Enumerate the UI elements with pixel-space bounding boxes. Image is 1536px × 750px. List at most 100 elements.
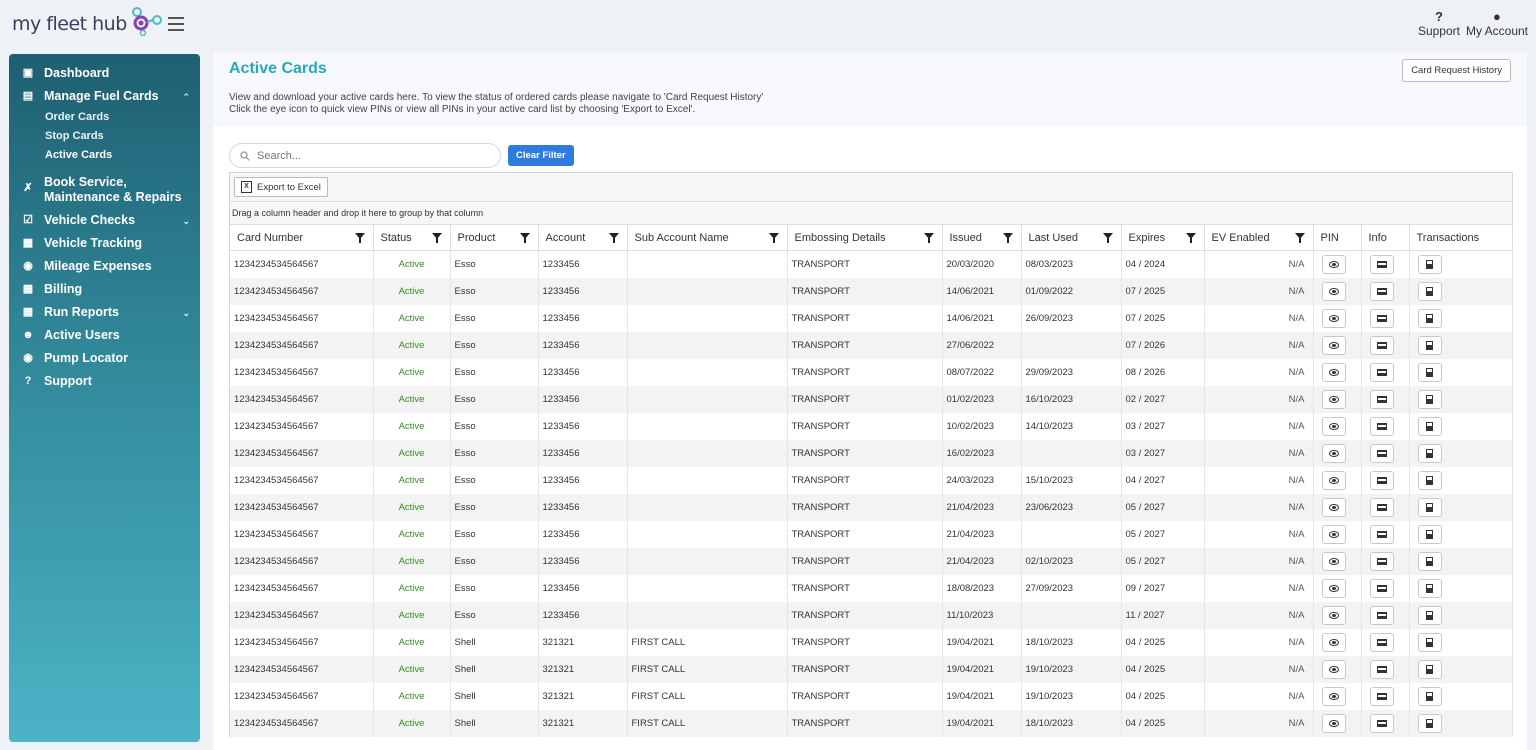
sidebar-item-active-users[interactable]: ☻ Active Users xyxy=(9,324,200,347)
info-button[interactable] xyxy=(1369,309,1394,328)
info-button[interactable] xyxy=(1369,633,1394,652)
filter-funnel-icon[interactable] xyxy=(431,233,442,243)
sidebar-item-run-reports[interactable]: ▦ Run Reports ⌄ xyxy=(9,301,200,324)
transactions-button[interactable] xyxy=(1417,687,1442,706)
column-header[interactable]: PIN xyxy=(1313,225,1362,251)
filter-funnel-icon[interactable] xyxy=(768,233,779,243)
info-button[interactable] xyxy=(1369,336,1394,355)
pin-view-button[interactable] xyxy=(1321,606,1346,625)
logo[interactable]: my fleet hub xyxy=(12,7,165,36)
pin-view-button[interactable] xyxy=(1321,660,1346,679)
pin-view-button[interactable] xyxy=(1321,714,1346,733)
pin-view-button[interactable] xyxy=(1321,282,1346,301)
pin-view-button[interactable] xyxy=(1321,633,1346,652)
info-button[interactable] xyxy=(1369,606,1394,625)
filter-funnel-icon[interactable] xyxy=(354,233,365,243)
pin-view-button[interactable] xyxy=(1321,498,1346,517)
pin-view-button[interactable] xyxy=(1321,687,1346,706)
clear-filter-button[interactable]: Clear Filter xyxy=(508,145,574,166)
transactions-button[interactable] xyxy=(1417,579,1442,598)
sidebar-item-pump-locator[interactable]: ◉ Pump Locator xyxy=(9,347,200,370)
sidebar-item-vehicle-checks[interactable]: ☑ Vehicle Checks ⌄ xyxy=(9,209,200,232)
transactions-button[interactable] xyxy=(1417,525,1442,544)
pin-view-button[interactable] xyxy=(1321,525,1346,544)
pin-view-button[interactable] xyxy=(1321,417,1346,436)
info-button[interactable] xyxy=(1369,363,1394,382)
pin-view-button[interactable] xyxy=(1321,255,1346,274)
transactions-button[interactable] xyxy=(1417,390,1442,409)
filter-funnel-icon[interactable] xyxy=(1002,233,1013,243)
column-header[interactable]: Sub Account Name xyxy=(627,225,788,251)
sidebar-item-vehicle-tracking[interactable]: ▩ Vehicle Tracking xyxy=(9,232,200,255)
card-request-history-button[interactable]: Card Request History xyxy=(1402,59,1511,82)
my-account-button[interactable]: ● My Account xyxy=(1466,9,1528,38)
info-button[interactable] xyxy=(1369,444,1394,463)
column-header[interactable]: Card Number xyxy=(230,225,374,251)
transactions-button[interactable] xyxy=(1417,309,1442,328)
transactions-button[interactable] xyxy=(1417,471,1442,490)
transactions-button[interactable] xyxy=(1417,417,1442,436)
filter-funnel-icon[interactable] xyxy=(1185,233,1196,243)
export-to-excel-button[interactable]: X Export to Excel xyxy=(234,177,328,197)
transactions-button[interactable] xyxy=(1417,363,1442,382)
filter-funnel-icon[interactable] xyxy=(1294,233,1305,243)
transactions-button[interactable] xyxy=(1417,444,1442,463)
sidebar-item-support[interactable]: ? Support xyxy=(9,370,200,393)
info-button[interactable] xyxy=(1369,552,1394,571)
transactions-button[interactable] xyxy=(1417,552,1442,571)
info-button[interactable] xyxy=(1369,579,1394,598)
info-button[interactable] xyxy=(1369,471,1394,490)
transactions-button[interactable] xyxy=(1417,633,1442,652)
column-header[interactable]: EV Enabled xyxy=(1204,225,1314,251)
sidebar-subitem-stop-cards[interactable]: Stop Cards xyxy=(45,127,200,146)
sidebar-item-book-service[interactable]: ✗ Book Service, Maintenance & Repairs xyxy=(9,169,200,209)
transactions-button[interactable] xyxy=(1417,282,1442,301)
pin-view-button[interactable] xyxy=(1321,471,1346,490)
transactions-button[interactable] xyxy=(1417,498,1442,517)
column-header[interactable]: Expires xyxy=(1121,225,1205,251)
sidebar-subitem-active-cards[interactable]: Active Cards xyxy=(45,146,200,165)
pin-view-button[interactable] xyxy=(1321,309,1346,328)
sidebar-item-dashboard[interactable]: ▣ Dashboard xyxy=(9,62,200,85)
column-header[interactable]: Info xyxy=(1361,225,1410,251)
pin-view-button[interactable] xyxy=(1321,363,1346,382)
info-button[interactable] xyxy=(1369,660,1394,679)
column-header[interactable]: Last Used xyxy=(1021,225,1122,251)
info-button[interactable] xyxy=(1369,417,1394,436)
column-header[interactable]: Account xyxy=(538,225,628,251)
info-button[interactable] xyxy=(1369,714,1394,733)
filter-funnel-icon[interactable] xyxy=(1102,233,1113,243)
search-input[interactable] xyxy=(255,148,479,163)
column-header[interactable]: Transactions xyxy=(1409,225,1513,251)
column-header[interactable]: Product xyxy=(450,225,539,251)
sidebar-item-billing[interactable]: ▦ Billing xyxy=(9,278,200,301)
info-button[interactable] xyxy=(1369,525,1394,544)
transactions-button[interactable] xyxy=(1417,336,1442,355)
info-button[interactable] xyxy=(1369,498,1394,517)
sidebar-item-manage-fuel-cards[interactable]: ▤ Manage Fuel Cards ⌃ xyxy=(9,85,200,108)
transactions-button[interactable] xyxy=(1417,606,1442,625)
info-button[interactable] xyxy=(1369,255,1394,274)
pin-view-button[interactable] xyxy=(1321,552,1346,571)
pin-view-button[interactable] xyxy=(1321,579,1346,598)
pin-view-button[interactable] xyxy=(1321,390,1346,409)
column-header[interactable]: Status xyxy=(373,225,451,251)
pin-view-button[interactable] xyxy=(1321,336,1346,355)
menu-toggle-icon[interactable] xyxy=(168,17,184,31)
column-header[interactable]: Issued xyxy=(942,225,1022,251)
search-box[interactable] xyxy=(229,143,501,168)
filter-funnel-icon[interactable] xyxy=(608,233,619,243)
sidebar-item-mileage-expenses[interactable]: ◉ Mileage Expenses xyxy=(9,255,200,278)
filter-funnel-icon[interactable] xyxy=(519,233,530,243)
transactions-button[interactable] xyxy=(1417,255,1442,274)
column-header[interactable]: Embossing Details xyxy=(787,225,943,251)
info-button[interactable] xyxy=(1369,687,1394,706)
info-button[interactable] xyxy=(1369,282,1394,301)
group-drop-area[interactable]: Drag a column header and drop it here to… xyxy=(230,202,1512,225)
sidebar-subitem-order-cards[interactable]: Order Cards xyxy=(45,108,200,127)
pin-view-button[interactable] xyxy=(1321,444,1346,463)
support-button[interactable]: ? Support xyxy=(1418,9,1460,38)
info-button[interactable] xyxy=(1369,390,1394,409)
filter-funnel-icon[interactable] xyxy=(923,233,934,243)
transactions-button[interactable] xyxy=(1417,714,1442,733)
